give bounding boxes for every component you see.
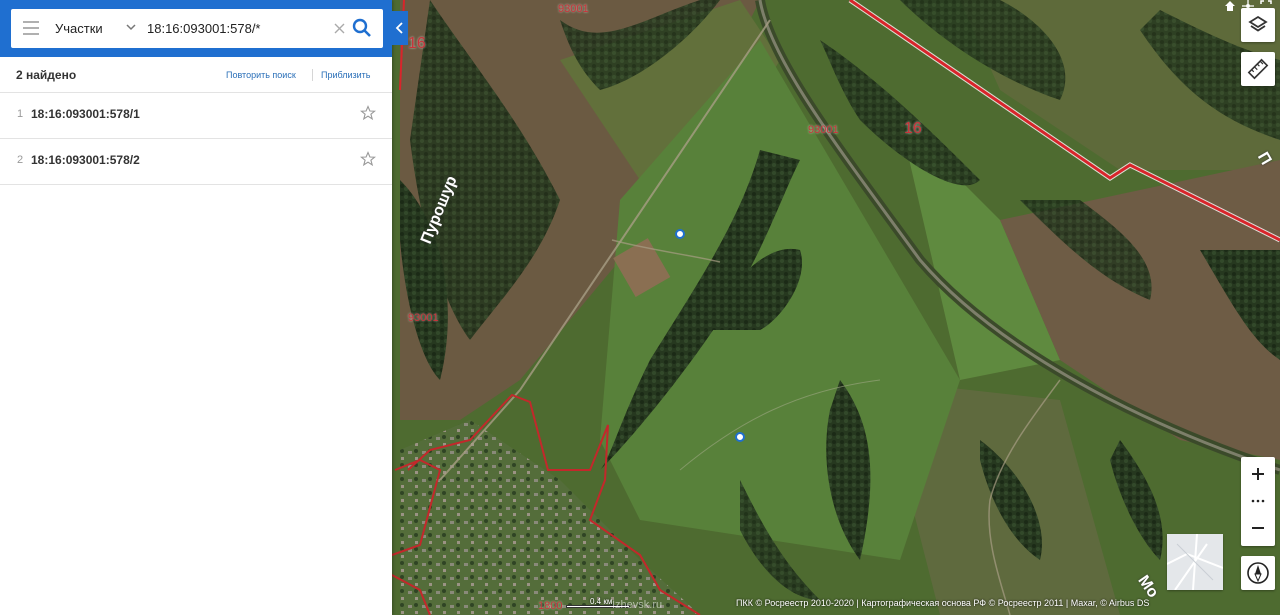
ruler-icon xyxy=(1247,58,1269,80)
scale-label: 0.4 км xyxy=(590,597,613,606)
zoom-to-link[interactable]: Приблизить xyxy=(321,70,371,80)
chevron-left-icon xyxy=(395,22,403,34)
parcel-marker-1 xyxy=(675,229,685,239)
repeat-search-link[interactable]: Повторить поиск xyxy=(226,70,296,80)
quarter-label-93001: 93001 xyxy=(808,124,839,136)
plus-icon[interactable] xyxy=(1252,468,1264,480)
layers-button[interactable] xyxy=(1241,8,1275,42)
district-label-16: 16 xyxy=(904,120,922,137)
results-header: 2 найдено Повторить поиск Приблизить xyxy=(0,57,392,93)
header-divider xyxy=(312,69,313,81)
more-icon[interactable] xyxy=(1251,499,1265,503)
quarter-label-93001: 93001 xyxy=(408,312,439,324)
district-label-16: 16 xyxy=(408,35,426,52)
compass-button[interactable] xyxy=(1241,556,1275,590)
watermark: Izhevsk.ru xyxy=(612,599,663,611)
search-box: Участки xyxy=(11,9,383,48)
star-icon[interactable] xyxy=(360,105,376,121)
minimap[interactable] xyxy=(1167,534,1223,590)
minimap-icon xyxy=(1167,534,1223,590)
result-index: 1 xyxy=(17,108,24,120)
search-icon[interactable] xyxy=(351,17,373,39)
parcel-marker-2 xyxy=(735,432,745,442)
quarter-label-93001: 93001 xyxy=(558,3,589,15)
result-cadastral-number[interactable]: 18:16:093001:578/2 xyxy=(31,153,140,167)
layers-icon xyxy=(1248,15,1268,32)
search-input[interactable] xyxy=(147,9,337,48)
star-icon[interactable] xyxy=(360,151,376,167)
result-item[interactable]: 2 18:16:093001:578/2 xyxy=(0,139,392,185)
result-index: 2 xyxy=(17,154,24,166)
chevron-down-icon[interactable] xyxy=(125,21,137,33)
measure-button[interactable] xyxy=(1241,52,1275,86)
clear-icon[interactable] xyxy=(333,22,346,35)
compass-icon xyxy=(1247,562,1269,584)
attribution-text: ПКК © Росреестр 2010-2020 | Картографиче… xyxy=(736,598,1150,608)
search-header: Участки xyxy=(0,0,392,57)
quarter-label-1800: 1800 xyxy=(538,600,563,612)
results-count: 2 найдено xyxy=(16,68,77,82)
menu-icon[interactable] xyxy=(23,21,39,35)
collapse-panel-button[interactable] xyxy=(392,11,408,45)
result-cadastral-number[interactable]: 18:16:093001:578/1 xyxy=(31,107,140,121)
zoom-control xyxy=(1241,457,1275,546)
home-icon[interactable] xyxy=(1224,0,1236,12)
search-panel: Участки 2 найдено Повторить поиск Прибли… xyxy=(0,0,392,615)
result-item[interactable]: 1 18:16:093001:578/1 xyxy=(0,93,392,139)
